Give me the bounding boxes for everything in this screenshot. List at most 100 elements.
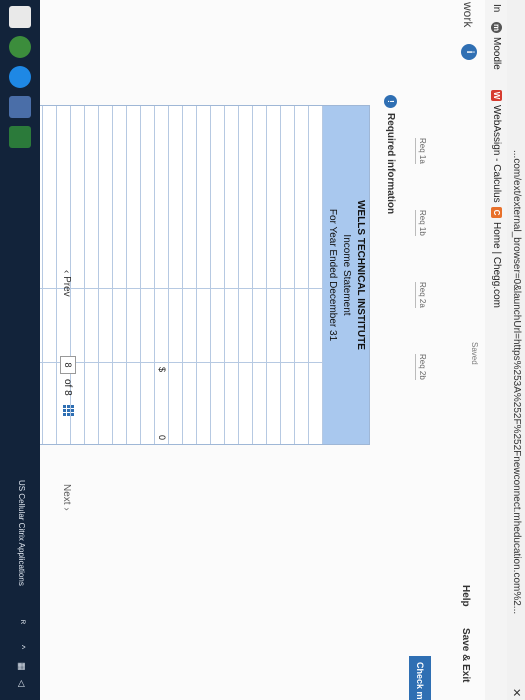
windows-icon[interactable] [9,6,31,28]
address-bar[interactable]: ...com/ext/external_browser=0&launchUrl=… [507,0,525,700]
bookmark-chegg[interactable]: C Home | Chegg.com [491,207,502,308]
amount-cell[interactable] [211,289,224,363]
total-value: 0 [157,434,167,440]
total-cell[interactable] [197,363,210,444]
row-label-cell[interactable] [85,106,98,289]
row-label-cell[interactable] [197,106,210,289]
bookmark-label: WebAssign - Calculus [491,105,502,203]
total-cell[interactable] [309,363,322,444]
amount-cell[interactable] [169,289,182,363]
total-cell[interactable] [295,363,308,444]
save-exit-button[interactable]: Save & Exit [460,628,471,682]
bookmark-in[interactable]: In [491,4,502,12]
company-name: WELLS TECHNICAL INSTITUTE [355,200,366,350]
row-label-cell[interactable] [183,106,196,289]
table-row [239,106,253,444]
row-label-cell[interactable] [113,106,126,289]
total-cell[interactable] [183,363,196,444]
amount-cell[interactable] [197,289,210,363]
row-label-cell[interactable] [169,106,182,289]
amount-cell[interactable] [127,289,140,363]
alert-icon: ! [384,95,397,108]
total-cell[interactable] [99,363,112,444]
total-cell[interactable] [267,363,280,444]
table-row [225,106,239,444]
page-title: work [461,2,475,28]
total-cell[interactable] [113,363,126,444]
volume-icon[interactable]: ◁ [16,680,27,687]
total-cell[interactable] [169,363,182,444]
amount-cell[interactable] [99,289,112,363]
total-cell[interactable] [127,363,140,444]
assignment-page: work i Saved Help Save & Exit Req 1a Req… [28,0,485,700]
info-icon[interactable]: i [461,44,477,60]
row-label-cell[interactable] [99,106,112,289]
total-cell[interactable] [253,363,266,444]
prev-button[interactable]: ‹ Prev [61,270,72,297]
network-icon[interactable]: ▦ [16,662,27,671]
help-button[interactable]: Help [460,585,471,607]
amount-cell[interactable] [239,289,252,363]
table-row: $0 [155,106,169,444]
chrome-icon[interactable] [9,36,31,58]
total-cell[interactable] [281,363,294,444]
row-label-cell[interactable] [141,106,154,289]
statement-period: For Year Ended December 31 [327,208,338,342]
tab-req-1b[interactable]: Req 1b [415,210,427,236]
next-button[interactable]: Next › [61,484,72,511]
close-icon[interactable]: ✕ [510,688,523,697]
total-cell[interactable] [225,363,238,444]
amount-cell[interactable] [253,289,266,363]
row-label-cell[interactable] [239,106,252,289]
row-label-cell[interactable] [309,106,322,289]
amount-cell[interactable] [295,289,308,363]
excel-icon[interactable] [9,126,31,148]
table-row [253,106,267,444]
amount-cell[interactable] [225,289,238,363]
bookmark-label: In [491,4,502,13]
current-page[interactable]: 8 [60,356,76,374]
required-information-label: Required information [385,113,396,215]
chevron-up-icon[interactable]: ^ [17,645,27,649]
row-label-cell[interactable] [127,106,140,289]
people-icon[interactable]: ᴿ [17,620,27,624]
bookmark-label: Home | Chegg.com [491,222,502,308]
chegg-icon: C [491,207,502,218]
amount-cell[interactable] [85,289,98,363]
ie-icon[interactable] [9,66,31,88]
row-label-cell[interactable] [155,106,168,289]
tab-req-1a[interactable]: Req 1a [415,138,427,164]
amount-cell[interactable] [183,289,196,363]
url-text[interactable]: ...com/ext/external_browser=0&launchUrl=… [511,150,522,614]
currency-symbol: $ [157,367,167,373]
file-explorer-icon[interactable] [9,96,31,118]
tab-req-2a[interactable]: Req 2a [415,282,427,308]
row-label-cell[interactable] [253,106,266,289]
bookmark-webassign[interactable]: W WebAssign - Calculus [491,90,502,203]
statement-heading: WELLS TECHNICAL INSTITUTE Income Stateme… [323,106,369,444]
row-label-cell[interactable] [295,106,308,289]
rotated-screen: ...com/ext/external_browser=0&launchUrl=… [0,0,525,700]
amount-cell[interactable] [155,289,168,363]
table-row [85,106,99,444]
amount-cell[interactable] [267,289,280,363]
taskbar: US Cellular Citrix Applications ᴿ ^ ▦ ◁ [0,0,40,700]
row-label-cell[interactable] [211,106,224,289]
row-label-cell[interactable] [225,106,238,289]
total-cell[interactable] [239,363,252,444]
amount-cell[interactable] [113,289,126,363]
row-label-cell[interactable] [281,106,294,289]
amount-cell[interactable] [281,289,294,363]
required-information[interactable]: ! Required information [384,95,397,214]
check-my-work-button[interactable]: Check my [409,656,431,700]
tab-req-2b[interactable]: Req 2b [415,354,427,380]
bookmark-moodle[interactable]: m Moodle [491,22,502,70]
amount-cell[interactable] [309,289,322,363]
total-cell[interactable] [85,363,98,444]
total-cell[interactable]: $0 [155,363,168,444]
total-cell[interactable] [141,363,154,444]
row-label-cell[interactable] [267,106,280,289]
grid-icon[interactable] [62,405,74,417]
amount-cell[interactable] [141,289,154,363]
total-cell[interactable] [211,363,224,444]
